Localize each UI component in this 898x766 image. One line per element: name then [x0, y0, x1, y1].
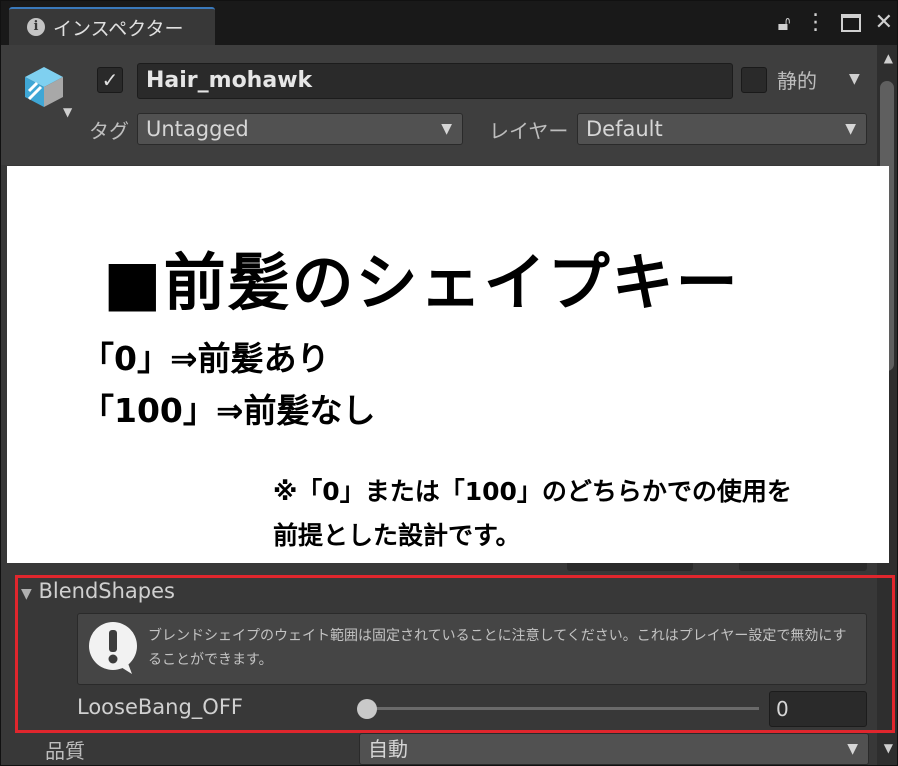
tab-toolbar: 🔓︎ ⋮ ✕ [778, 11, 893, 36]
quality-label: 品質 [45, 739, 85, 763]
chevron-down-icon: ▼ [441, 121, 452, 137]
overlay-note: ※「0」または「100」のどちらかでの使用を [273, 477, 792, 506]
static-label: 静的 [777, 69, 817, 93]
foldout-arrow-icon: ▼ [21, 586, 32, 602]
chevron-down-icon: ▼ [847, 741, 858, 757]
tab-inspector[interactable]: i インスペクター [9, 7, 215, 45]
overlay-line-100: 「100」⇒前髪なし [81, 391, 376, 430]
blendshape-label: LooseBang_OFF [77, 695, 243, 719]
scroll-down-icon[interactable]: ▼ [884, 741, 893, 755]
quality-value: 自動 [368, 737, 408, 761]
active-checkbox[interactable]: ✓ [97, 67, 123, 93]
help-box: ブレンドシェイプのウェイト範囲は固定されていることに注意してください。これはプレ… [77, 613, 867, 685]
inspector-window: i インスペクター 🔓︎ ⋮ ✕ ▼ ✓ Hair_mohawk 静的 ▼ タグ… [0, 0, 898, 766]
overlay-note-continued: 前提とした設計です。 [273, 521, 521, 550]
tag-dropdown[interactable]: Untagged ▼ [137, 113, 463, 145]
quality-dropdown[interactable]: 自動 ▼ [359, 733, 869, 765]
blendshapes-foldout[interactable]: ▼ BlendShapes [21, 579, 175, 603]
overlay-line-0: 「0」⇒前髪あり [81, 339, 330, 378]
lock-icon[interactable]: 🔓︎ [778, 11, 791, 35]
hidden-field-edge [567, 563, 693, 571]
tab-label: インスペクター [53, 17, 184, 40]
layer-value: Default [586, 117, 663, 141]
chevron-down-icon[interactable]: ▼ [63, 105, 72, 119]
kebab-menu-icon[interactable]: ⋮ [805, 11, 827, 35]
blendshape-slider-knob[interactable] [357, 699, 377, 719]
warning-bubble-icon [86, 620, 140, 680]
overlay-title: ■前髪のシェイプキー [103, 246, 740, 319]
tag-label: タグ [89, 119, 129, 143]
object-name-field[interactable]: Hair_mohawk [137, 63, 733, 99]
static-checkbox[interactable] [741, 67, 767, 93]
blendshapes-title: BlendShapes [38, 579, 175, 603]
help-text: ブレンドシェイプのウェイト範囲は固定されていることに注意してください。これはプレ… [148, 628, 847, 668]
tab-bar: i インスペクター 🔓︎ ⋮ ✕ [1, 1, 897, 45]
chevron-down-icon: ▼ [845, 121, 856, 137]
close-icon[interactable]: ✕ [875, 11, 893, 35]
tag-value: Untagged [146, 117, 249, 141]
blendshape-slider-track[interactable] [367, 707, 759, 710]
maximize-icon[interactable] [840, 14, 861, 32]
info-icon: i [27, 18, 45, 36]
gameobject-cube-icon[interactable] [23, 65, 65, 113]
layer-dropdown[interactable]: Default ▼ [577, 113, 867, 145]
annotation-overlay: ■前髪のシェイプキー 「0」⇒前髪あり 「100」⇒前髪なし ※「0」または「1… [7, 166, 889, 563]
static-dropdown-icon[interactable]: ▼ [849, 71, 860, 87]
blendshape-value-field[interactable]: 0 [769, 691, 867, 727]
scroll-up-icon[interactable]: ▲ [884, 51, 893, 65]
layer-label: レイヤー [489, 119, 569, 143]
hidden-field-edge [739, 563, 867, 571]
